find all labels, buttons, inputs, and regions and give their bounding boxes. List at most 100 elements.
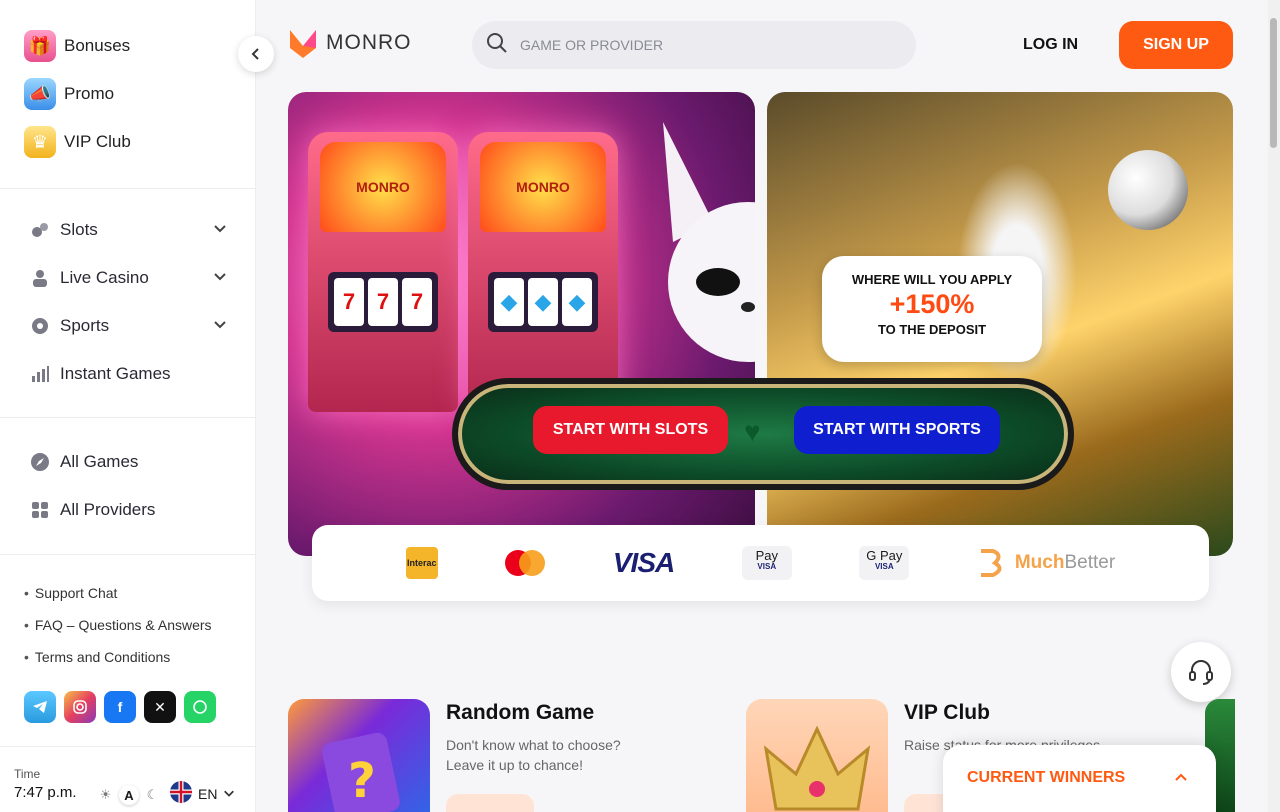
google-pay-label: G Pay — [866, 548, 903, 563]
muchbetter-logo: MuchBetter — [977, 547, 1115, 579]
theme-auto-label[interactable]: A — [119, 785, 139, 805]
interac-logo: Interac — [405, 547, 438, 579]
support-chat-link[interactable]: Support Chat — [24, 577, 255, 609]
bonus-bubble: WHERE WILL YOU APPLY +150% TO THE DEPOSI… — [822, 256, 1042, 362]
sidebar-item-label: Live Casino — [60, 268, 149, 287]
sidebar-item-all-providers[interactable]: All Providers — [0, 486, 255, 534]
random-game-desc: Don't know what to choose? Leave it up t… — [446, 735, 621, 775]
sidebar-collapse-button[interactable] — [238, 36, 274, 72]
random-game-title: Random Game — [446, 701, 595, 724]
random-game-desc-line1: Don't know what to choose? — [446, 737, 621, 753]
headset-icon — [1189, 660, 1213, 685]
chart-bars-icon — [30, 364, 50, 384]
language-code: EN — [198, 785, 218, 802]
chevron-down-icon[interactable] — [213, 317, 227, 336]
current-winners-panel[interactable]: CURRENT WINNERS — [943, 745, 1216, 812]
slot-reels: 777 — [328, 272, 438, 332]
help-links: Support Chat FAQ – Questions & Answers T… — [0, 555, 255, 673]
sidebar-item-live-casino[interactable]: Live Casino — [0, 254, 255, 302]
signup-button[interactable]: SIGN UP — [1119, 21, 1233, 69]
google-pay-sub: VISA — [874, 562, 894, 572]
random-game-desc-line2: Leave it up to chance! — [446, 757, 583, 773]
support-chat-button[interactable] — [1171, 642, 1231, 702]
muchbetter-icon — [980, 549, 1002, 577]
grid-icon — [30, 500, 50, 520]
fox-mascot-image — [663, 122, 755, 362]
sidebar-item-label: Sports — [60, 316, 110, 335]
sidebar-item-promo[interactable]: 📣 Promo — [24, 70, 255, 118]
logo-text: MONRO — [326, 31, 412, 54]
top-header: MONRO LOG IN SIGN UP — [256, 0, 1280, 90]
crown-icon: ♛ — [24, 126, 56, 158]
sun-icon[interactable]: ☀ — [100, 787, 112, 803]
random-game-button[interactable] — [446, 794, 534, 812]
sidebar-item-slots[interactable]: Slots — [0, 206, 255, 254]
apple-pay-label: Pay — [755, 548, 778, 563]
sidebar-item-sports[interactable]: Sports — [0, 302, 255, 350]
dealer-icon — [30, 268, 50, 288]
slot-reels: ◆ ◆ ◆ — [488, 272, 598, 332]
search-bar[interactable] — [472, 21, 916, 69]
mastercard-logo — [505, 550, 546, 576]
compass-icon — [30, 452, 50, 472]
bonus-line3: TO THE DEPOSIT — [877, 322, 987, 337]
chevron-down-icon[interactable] — [213, 269, 227, 288]
sidebar-nav: Slots Live Casino Sports Instant Games — [0, 189, 255, 410]
theme-toggle[interactable]: ☀ A ☾ — [96, 783, 162, 807]
random-game-image[interactable]: ? — [288, 699, 430, 812]
login-button[interactable]: LOG IN — [1023, 36, 1078, 54]
start-with-sports-button[interactable]: START WITH SPORTS — [794, 406, 1000, 454]
bonus-line1: WHERE WILL YOU APPLY — [851, 272, 1013, 287]
terms-link[interactable]: Terms and Conditions — [24, 641, 255, 673]
muchbetter-better: Better — [1064, 552, 1116, 573]
slots-icon — [30, 220, 50, 240]
facebook-icon[interactable]: f — [104, 691, 136, 723]
muchbetter-much: Much — [1014, 552, 1065, 573]
sidebar-item-label: Promo — [64, 84, 115, 103]
sidebar-top-links: 🎁 Bonuses 📣 Promo ♛ VIP Club — [0, 0, 255, 166]
svg-text:?: ? — [348, 753, 376, 809]
scrollbar-thumb[interactable] — [1270, 18, 1277, 148]
logo[interactable]: MONRO — [288, 26, 412, 60]
soccer-ball-icon — [30, 316, 50, 336]
social-links: f ✕ — [0, 673, 255, 723]
megaphone-icon: 📣 — [24, 78, 56, 110]
search-input[interactable] — [520, 37, 900, 53]
slot-brand: MONRO — [480, 142, 606, 232]
slot-machine-image: MONRO 777 — [308, 132, 458, 412]
telegram-icon[interactable] — [24, 691, 56, 723]
monro-logo-icon — [290, 30, 316, 58]
start-with-slots-button[interactable]: START WITH SLOTS — [533, 406, 728, 454]
slot-machine-image: MONRO ◆ ◆ ◆ — [468, 132, 618, 412]
faq-link[interactable]: FAQ – Questions & Answers — [24, 609, 255, 641]
sidebar-nav-secondary: All Games All Providers — [0, 418, 255, 546]
bonus-percent: +150% — [889, 289, 975, 319]
chevron-up-icon[interactable] — [1174, 771, 1188, 790]
whatsapp-icon[interactable] — [184, 691, 216, 723]
sidebar-item-label: All Providers — [60, 500, 156, 519]
instagram-icon[interactable] — [64, 691, 96, 723]
x-icon[interactable]: ✕ — [144, 691, 176, 723]
apple-pay-sub: VISA — [757, 562, 777, 572]
sidebar-item-instant-games[interactable]: Instant Games — [0, 350, 255, 398]
payment-methods-bar: Interac VISA Pay VISA G Pay VISA MuchBette… — [312, 525, 1209, 601]
sidebar-item-label: Slots — [60, 220, 98, 239]
sidebar-item-all-games[interactable]: All Games — [0, 438, 255, 486]
sidebar-item-label: All Games — [60, 452, 139, 471]
moon-icon[interactable]: ☾ — [147, 787, 159, 803]
sidebar-item-label: Instant Games — [60, 364, 171, 383]
slot-brand: MONRO — [320, 142, 446, 232]
sidebar-item-bonuses[interactable]: 🎁 Bonuses — [24, 22, 255, 70]
language-selector[interactable]: EN — [170, 781, 235, 806]
chevron-left-icon — [251, 48, 259, 60]
visa-logo: VISA — [612, 547, 675, 578]
google-pay-logo: G Pay VISA — [859, 546, 910, 580]
vip-club-image[interactable] — [746, 699, 888, 812]
chevron-down-icon[interactable] — [213, 221, 227, 240]
sidebar-item-label: VIP Club — [64, 132, 131, 151]
vip-club-title: VIP Club — [904, 701, 990, 724]
sidebar-item-vip-club[interactable]: ♛ VIP Club — [24, 118, 255, 166]
soccer-ball-image — [1108, 150, 1188, 230]
search-icon — [486, 32, 508, 59]
chevron-down-icon — [223, 786, 235, 802]
